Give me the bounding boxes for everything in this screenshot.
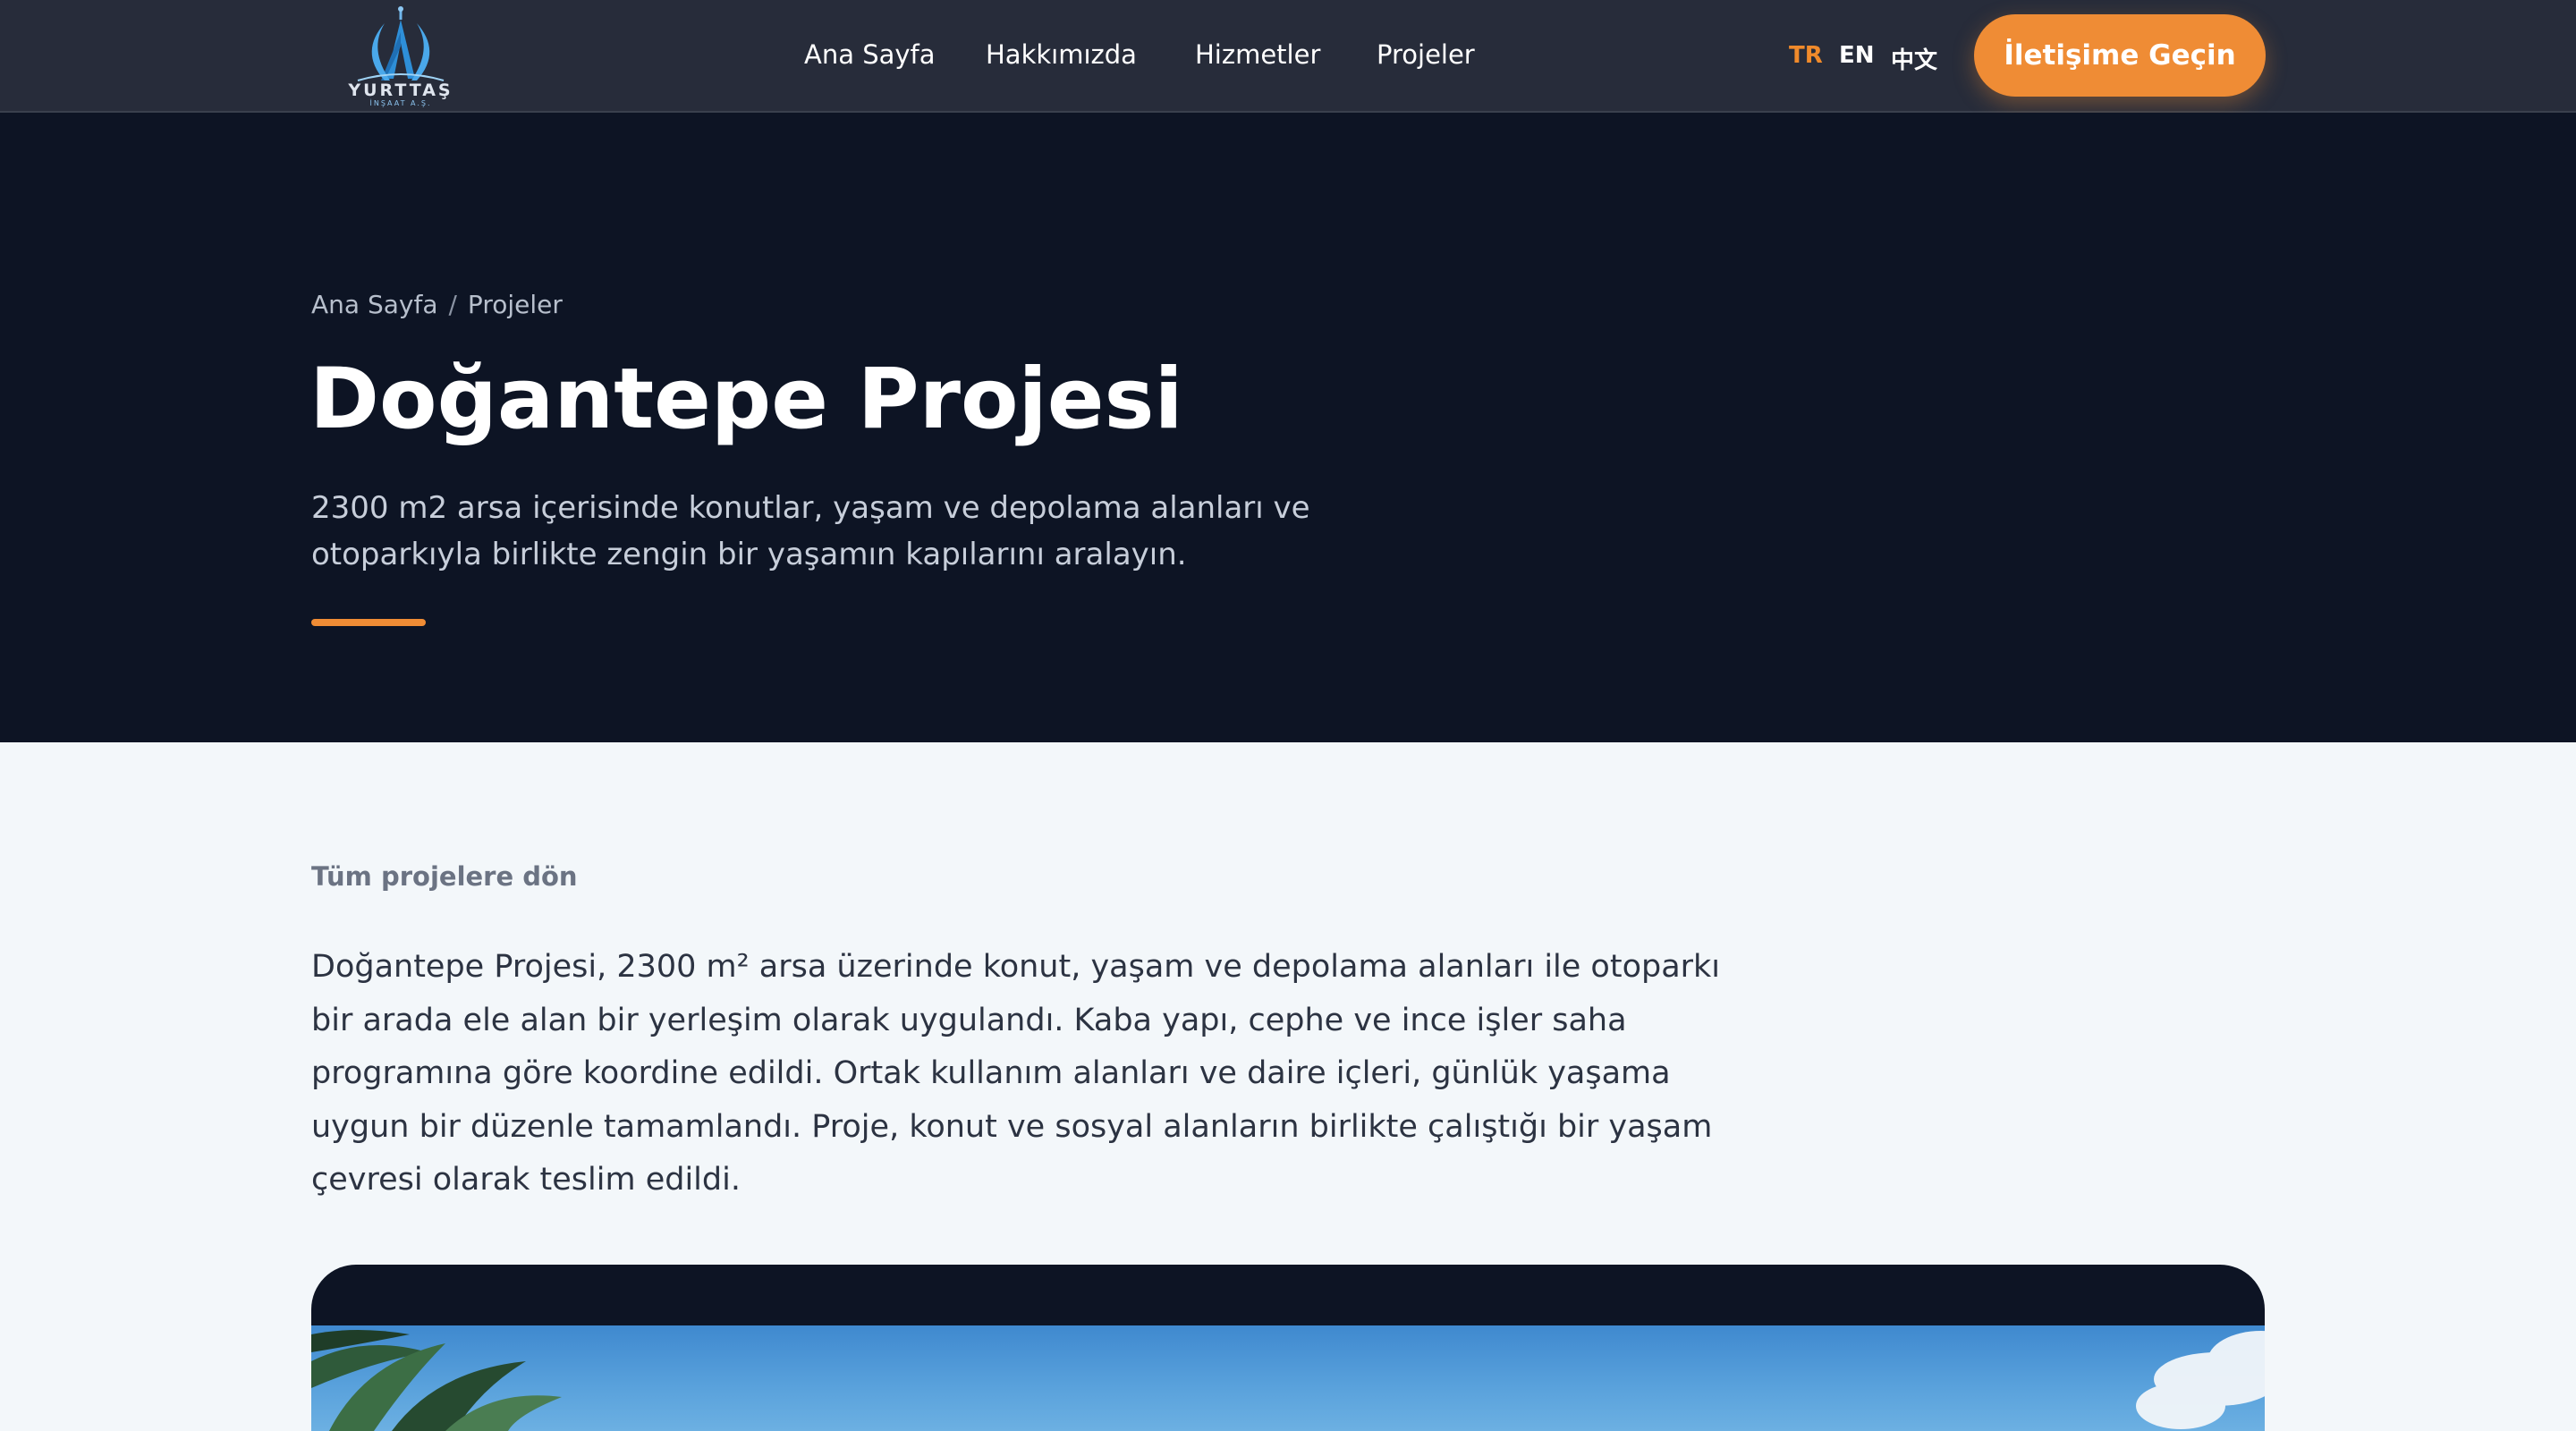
language-en[interactable]: EN xyxy=(1839,42,1875,69)
project-image-frame xyxy=(311,1265,2265,1431)
back-to-projects-link[interactable]: Tüm projelere dön xyxy=(311,861,578,892)
page-hero: Ana Sayfa / Projeler Doğantepe Projesi 230… xyxy=(0,113,2576,742)
project-description: Doğantepe Projesi, 2300 m² arsa üzerinde… xyxy=(311,949,1721,1198)
company-logo[interactable]: YURTTAŞ İNŞAAT A.Ş. xyxy=(331,5,470,107)
tower-logo-icon xyxy=(357,6,445,81)
logo-wordmark: YURTTAŞ xyxy=(348,80,453,100)
accent-divider xyxy=(311,619,426,626)
project-photo-scene xyxy=(311,1330,2265,1431)
breadcrumb-projects[interactable]: Projeler xyxy=(468,290,563,319)
contact-button[interactable]: İletişime Geçin xyxy=(1974,14,2266,97)
breadcrumb-separator: / xyxy=(448,290,457,319)
nav-item-services[interactable]: Hizmetler xyxy=(1195,39,1320,70)
site-header: YURTTAŞ İNŞAAT A.Ş. Ana Sayfa Hakkımızda… xyxy=(0,0,2576,113)
breadcrumb-home[interactable]: Ana Sayfa xyxy=(311,290,437,319)
language-tr[interactable]: TR xyxy=(1789,42,1823,69)
project-photo xyxy=(311,1325,2265,1431)
page-title: Doğantepe Projesi xyxy=(309,351,1183,448)
nav-item-about[interactable]: Hakkımızda xyxy=(986,39,1137,70)
logo-subtitle: İNŞAAT A.Ş. xyxy=(369,99,432,107)
language-zh[interactable]: 中文 xyxy=(1891,42,1937,75)
page-subtitle: 2300 m2 arsa içerisinde konutlar, yaşam … xyxy=(311,490,1310,572)
nav-item-projects[interactable]: Projeler xyxy=(1377,39,1475,70)
breadcrumb: Ana Sayfa / Projeler xyxy=(311,290,563,319)
nav-item-home[interactable]: Ana Sayfa xyxy=(804,39,936,70)
